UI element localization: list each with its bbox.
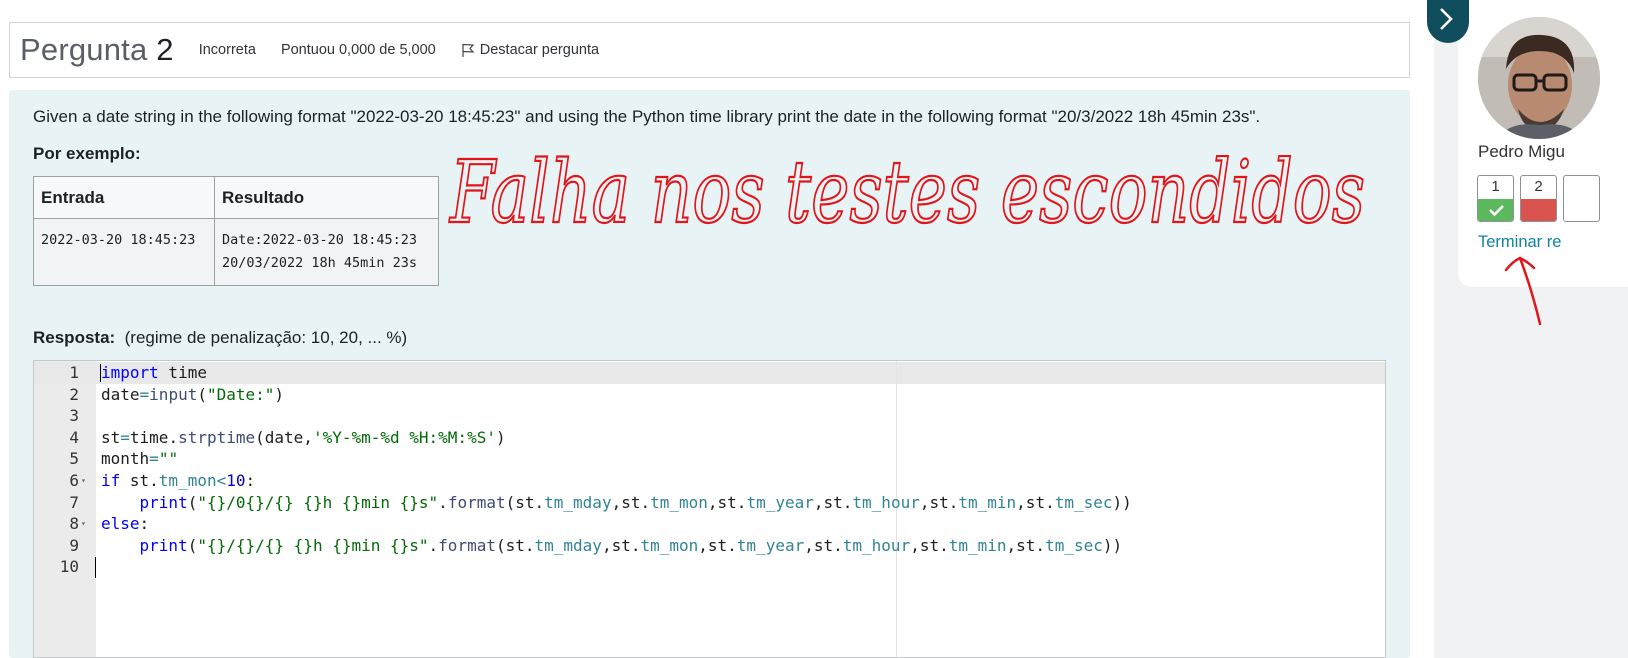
finish-attempt-link[interactable]: Terminar re [1478,233,1561,252]
check-icon [1489,205,1504,217]
example-result-line-2: 20/03/2022 18h 45min 23s [222,255,418,271]
example-table: Entrada Resultado 2022-03-20 18:45:23 Da… [33,176,439,286]
code-text: else: [101,514,150,534]
penalty-note: (regime de penalização: 10, 20, ... %) [124,328,408,347]
code-text: import time [101,363,207,382]
code-line: 6 ▾ if st.tm_mon<10: [34,470,1385,492]
code-line: 2 date=input("Date:") [34,384,1385,406]
quiz-nav-button-2[interactable]: 2 [1520,175,1557,222]
code-line: 4 st=time.strptime(date,'%Y-%m-%d %H:%M:%… [34,427,1385,449]
code-line: 1 import time [34,362,1385,384]
line-number: 5 [69,449,79,469]
example-result-line-1: Date:2022-03-20 18:45:23 [222,232,418,248]
example-header-result: Resultado [214,176,439,219]
quiz-nav-button-3[interactable] [1563,175,1600,222]
code-line: 7 print("{}/0{}/{} {}h {}min {}s".format… [34,492,1385,514]
gutter-cursor [95,557,96,578]
drawer-toggle-button[interactable] [1427,0,1469,43]
status-incorrect [1521,199,1556,221]
line-number: 3 [69,406,79,426]
code-text: st=time.strptime(date,'%Y-%m-%d %H:%M:%S… [101,427,506,447]
line-number: 4 [69,427,79,447]
question-content: Given a date string in the following for… [9,90,1410,658]
line-number: 10 [59,557,79,577]
code-text: month="" [101,449,179,469]
example-header-input: Entrada [33,176,215,219]
user-photo [1478,17,1600,139]
code-line: 10 [34,556,1385,578]
flag-question-label: Destacar pergunta [479,42,600,58]
text-cursor [100,364,101,382]
code-line: 8 ▾ else: [34,513,1385,535]
fold-arrow-icon[interactable]: ▾ [81,470,86,492]
line-number: 1 [69,363,79,382]
avatar [1478,17,1600,139]
example-heading: Por exemplo: [33,144,141,163]
code-text: date=input("Date:") [101,384,285,404]
quiz-nav-button-1[interactable]: 1 [1477,175,1514,222]
chevron-right-icon [1440,8,1453,30]
question-status: Incorreta [198,42,256,58]
code-line: 9 print("{}/{}/{} {}h {}min {}s".format(… [34,535,1385,557]
code-lines: 1 import time 2 date=input("Date:") 3 4 st=… [34,362,1385,578]
question-title: Pergunta 2 [20,32,174,67]
fold-arrow-icon[interactable]: ▾ [81,513,86,535]
line-number: 8 [69,514,79,534]
quiz-nav-number: 1 [1491,178,1500,195]
flag-question-button[interactable]: Destacar pergunta [461,42,599,58]
code-line: 3 [34,405,1385,427]
code-text: print("{}/{}/{} {}h {}min {}s".format(st… [139,535,1123,555]
question-grade: Pontuou 0,000 de 5,000 [280,42,436,58]
code-text: print("{}/0{}/{} {}h {}min {}s".format(s… [139,492,1132,512]
question-header: Pergunta 2 Incorreta Pontuou 0,000 de 5,… [9,22,1410,78]
status-correct [1478,199,1513,221]
question-number: 2 [156,32,174,67]
line-number: 2 [69,384,79,404]
code-editor[interactable]: 1 import time 2 date=input("Date:") 3 4 st=… [33,360,1386,658]
line-number: 9 [69,535,79,555]
quiz-nav-number: 2 [1534,178,1543,195]
user-name: Pedro Migu [1478,142,1565,161]
example-input-cell: 2022-03-20 18:45:23 [33,218,215,286]
flag-icon [462,43,475,57]
answer-heading: Resposta: (regime de penalização: 10, 20… [33,328,407,348]
example-result-cell: Date:2022-03-20 18:45:23 20/03/2022 18h 4… [214,218,439,286]
code-line: 5 month="" [34,448,1385,470]
question-text: Given a date string in the following for… [33,107,1261,126]
line-number: 7 [69,492,79,512]
answer-label: Resposta: [33,328,116,347]
line-number: 6 [69,470,79,490]
code-text: if st.tm_mon<10: [101,470,256,490]
